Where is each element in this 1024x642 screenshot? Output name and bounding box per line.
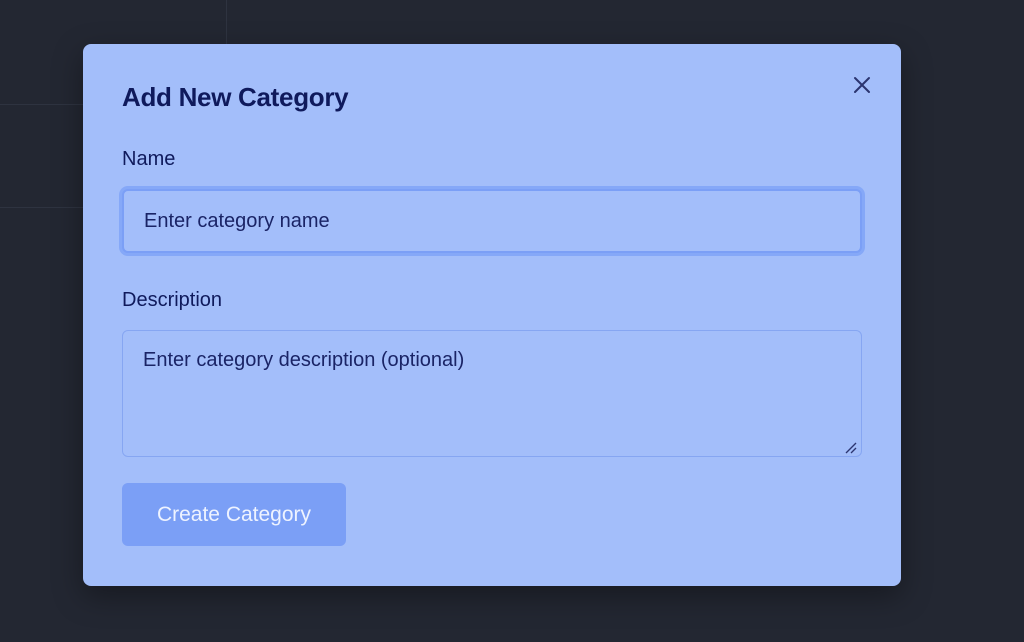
resize-handle-icon[interactable] bbox=[843, 440, 857, 454]
close-icon bbox=[854, 77, 870, 93]
close-button[interactable] bbox=[849, 72, 875, 98]
add-category-modal: Add New Category Name Description Create… bbox=[83, 44, 901, 586]
category-name-input[interactable] bbox=[122, 189, 862, 253]
create-category-button[interactable]: Create Category bbox=[122, 483, 346, 546]
modal-title: Add New Category bbox=[122, 82, 349, 112]
category-description-textarea[interactable] bbox=[122, 330, 862, 457]
name-label: Name bbox=[122, 148, 176, 170]
description-label: Description bbox=[122, 289, 223, 311]
